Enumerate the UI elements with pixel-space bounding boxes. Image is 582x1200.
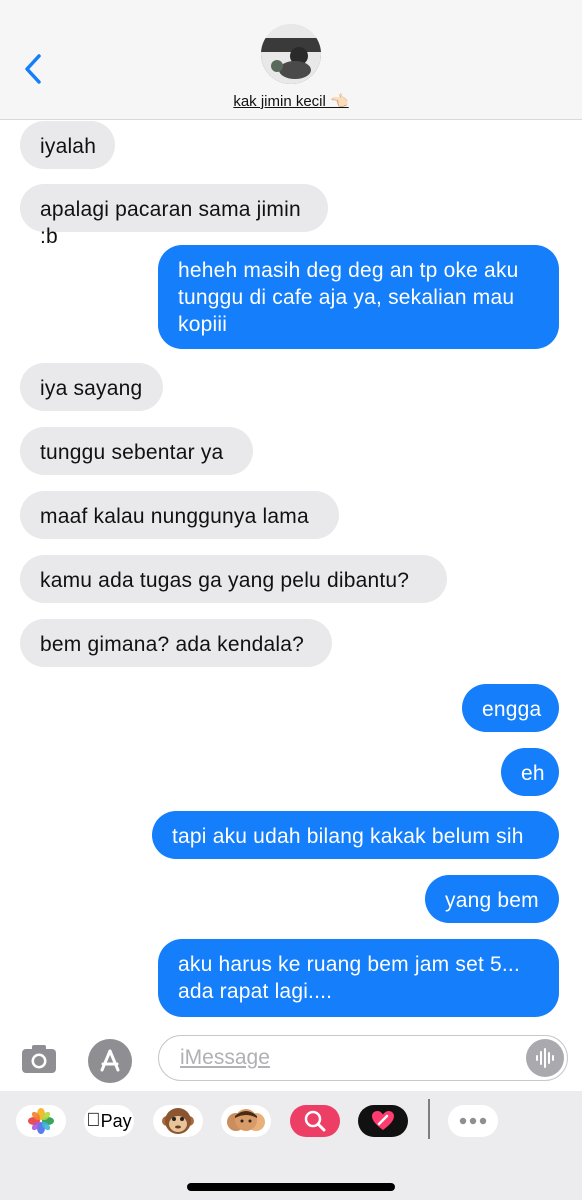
app-store-button[interactable] <box>88 1039 132 1083</box>
app-digital-touch[interactable] <box>358 1105 408 1137</box>
memoji-stickers-icon <box>227 1109 265 1131</box>
compose-bar: iMessage <box>0 1029 582 1091</box>
message-list[interactable]: iyalah apalagi pacaran sama jimin :b heh… <box>0 119 582 1029</box>
apple-pay-label: Pay <box>93 1110 132 1131</box>
message-bubble-outgoing[interactable]: heheh masih deg deg an tp oke aku tunggu… <box>158 245 559 349</box>
ellipsis-icon <box>459 1117 487 1125</box>
apple-pay-icon:  <box>86 1110 100 1132</box>
message-bubble-outgoing[interactable]: yang bem <box>425 875 559 923</box>
camera-icon <box>22 1045 56 1073</box>
messages-screen: kak jimin kecil 👈🏻 iyalah apalagi pacara… <box>0 0 582 1200</box>
message-bubble-incoming[interactable]: bem gimana? ada kendala? <box>20 619 332 667</box>
photos-icon <box>28 1108 54 1134</box>
app-apple-pay[interactable]:  Pay <box>84 1105 134 1137</box>
search-icon <box>304 1110 326 1132</box>
audio-message-button[interactable] <box>526 1039 564 1077</box>
contact-name[interactable]: kak jimin kecil 👈🏻 <box>0 92 582 110</box>
message-bubble-incoming[interactable]: apalagi pacaran sama jimin :b <box>20 184 328 248</box>
message-bubble-incoming[interactable]: maaf kalau nunggunya lama <box>20 491 339 539</box>
app-drawer-divider <box>428 1099 430 1139</box>
message-bubble-incoming[interactable]: tunggu sebentar ya <box>20 427 253 475</box>
home-indicator <box>187 1183 395 1191</box>
app-store-icon <box>100 1049 120 1072</box>
app-memoji[interactable] <box>221 1105 271 1137</box>
message-input[interactable]: iMessage <box>158 1035 568 1081</box>
app-animoji[interactable] <box>153 1105 203 1137</box>
message-bubble-outgoing[interactable]: aku harus ke ruang bem jam set 5... ada … <box>158 939 559 1017</box>
message-input-placeholder: iMessage <box>180 1046 270 1069</box>
camera-button[interactable] <box>19 1038 59 1078</box>
message-bubble-outgoing[interactable]: tapi aku udah bilang kakak belum sih <box>152 811 559 859</box>
message-bubble-outgoing[interactable]: engga <box>462 684 559 732</box>
message-bubble-incoming[interactable]: iya sayang <box>20 363 163 411</box>
app-photos[interactable] <box>16 1105 66 1137</box>
avatar-photo-icon <box>261 24 321 84</box>
app-image-search[interactable] <box>290 1105 340 1137</box>
waveform-icon <box>536 1048 554 1068</box>
message-bubble-outgoing[interactable]: eh <box>501 748 559 796</box>
chevron-left-icon <box>25 54 41 84</box>
message-bubble-incoming[interactable]: iyalah <box>20 121 115 169</box>
app-more[interactable] <box>448 1105 498 1137</box>
app-drawer:  Pay <box>0 1091 582 1200</box>
back-button[interactable] <box>18 50 48 88</box>
contact-avatar[interactable] <box>261 24 321 84</box>
conversation-header: kak jimin kecil 👈🏻 <box>0 0 582 120</box>
message-bubble-incoming[interactable]: kamu ada tugas ga yang pelu dibantu? <box>20 555 447 603</box>
monkey-icon <box>162 1108 194 1134</box>
heart-icon <box>372 1111 394 1130</box>
